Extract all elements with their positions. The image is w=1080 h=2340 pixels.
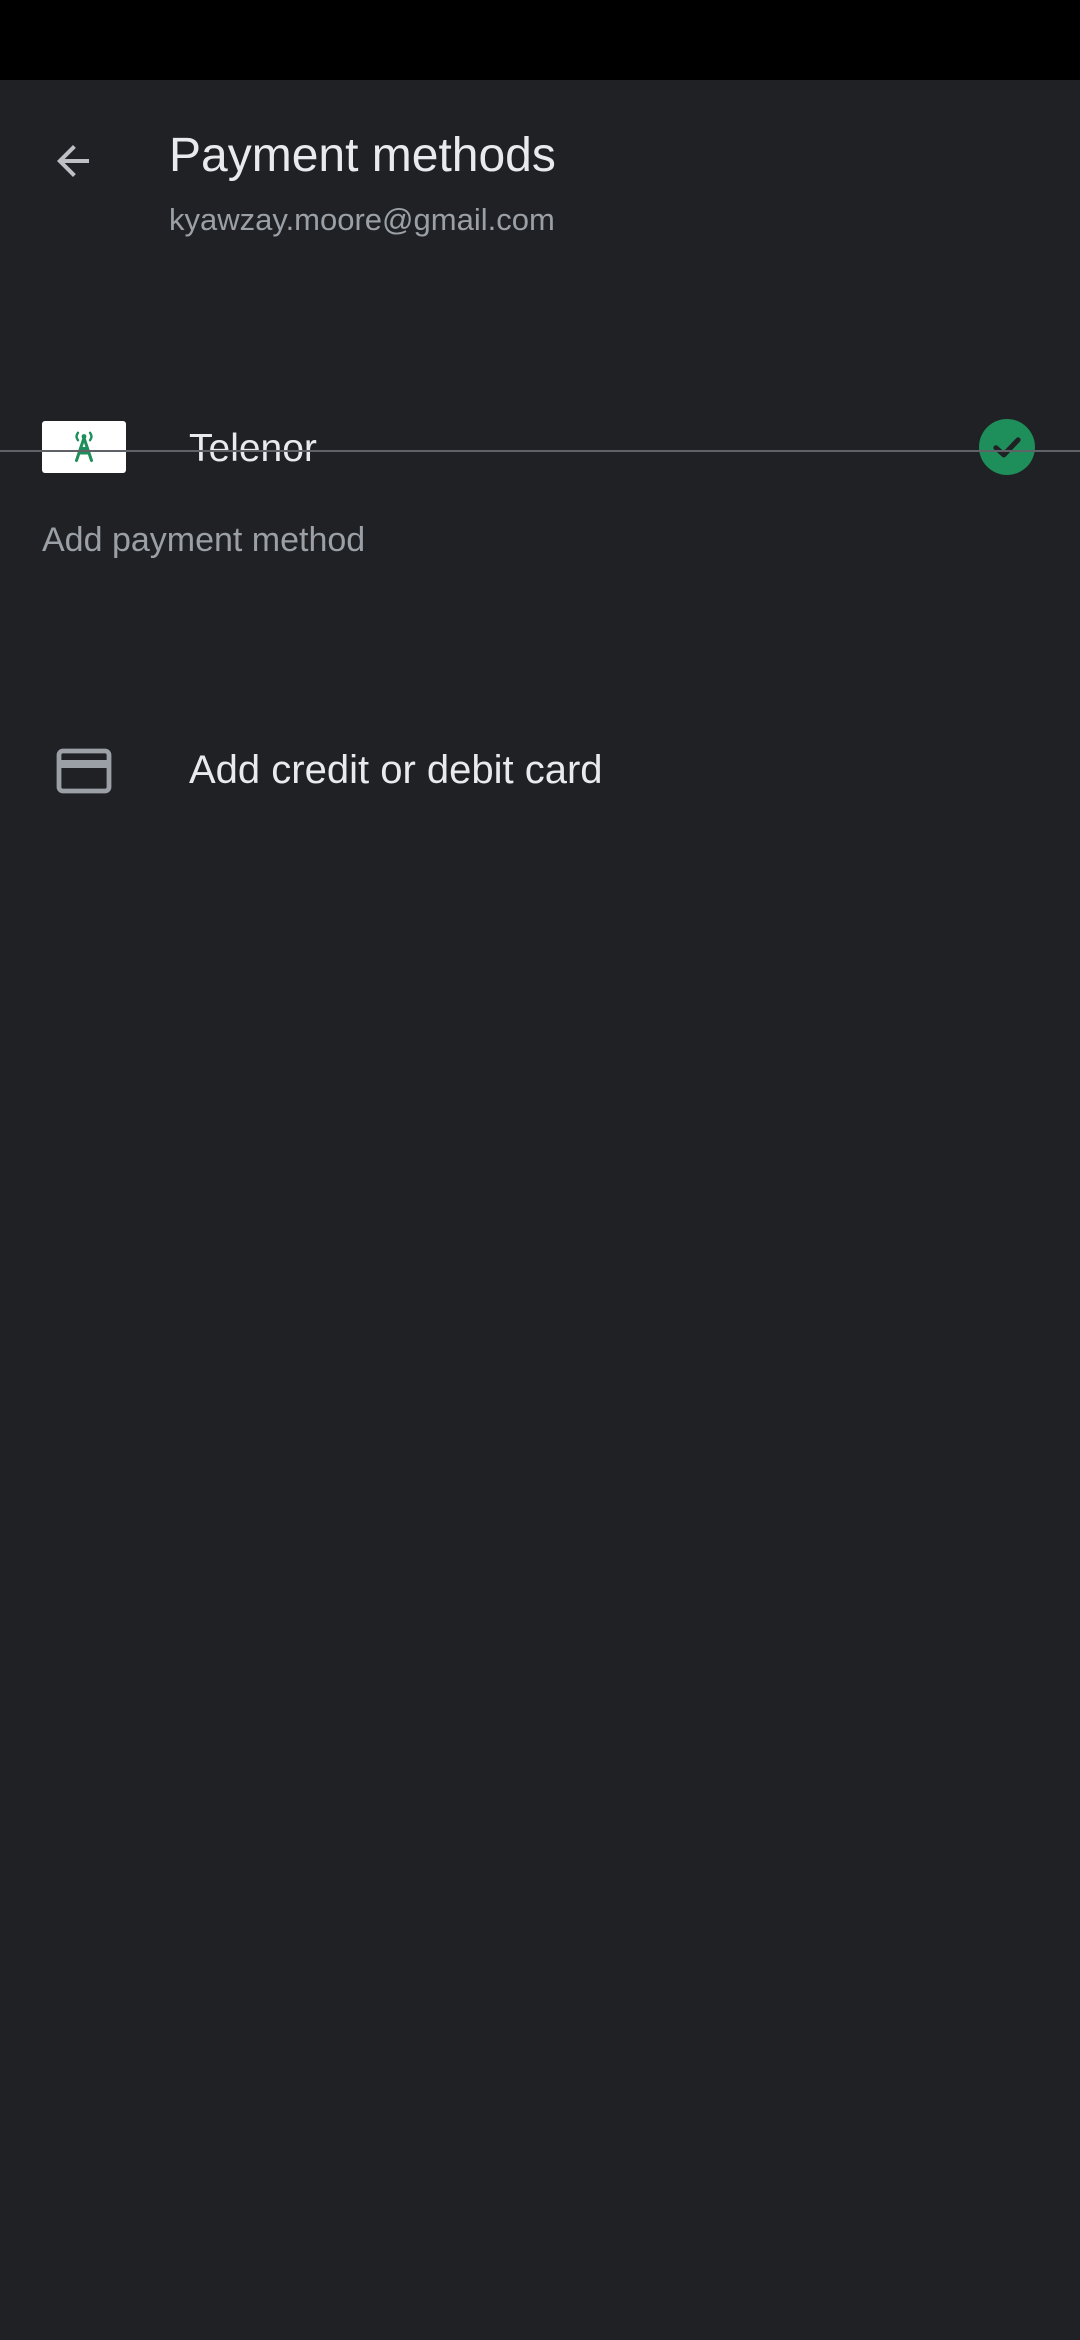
status-bar bbox=[0, 0, 1080, 80]
add-payment-method-header: Add payment method bbox=[42, 521, 366, 559]
credit-card-icon bbox=[54, 746, 114, 796]
telenor-logo bbox=[42, 421, 126, 473]
section-divider bbox=[0, 450, 1080, 452]
payment-methods-screen: Payment methods kyawzay.moore@gmail.com … bbox=[0, 80, 1080, 2340]
payment-method-row-telenor[interactable]: Telenor bbox=[0, 326, 1080, 475]
payment-method-label: Telenor bbox=[189, 427, 317, 470]
page-title: Payment methods bbox=[169, 129, 556, 182]
back-button[interactable] bbox=[30, 118, 116, 204]
account-email: kyawzay.moore@gmail.com bbox=[169, 202, 555, 237]
check-circle-icon bbox=[979, 419, 1035, 475]
add-card-label: Add credit or debit card bbox=[189, 748, 603, 792]
telenor-tower-icon bbox=[75, 431, 93, 462]
add-credit-or-debit-card-row[interactable]: Add credit or debit card bbox=[0, 688, 1080, 854]
arrow-back-icon bbox=[57, 145, 89, 177]
